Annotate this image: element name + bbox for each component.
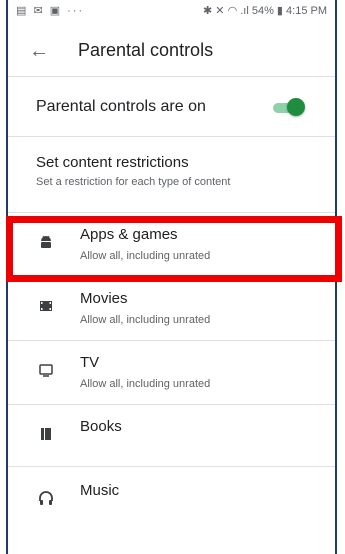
divider [8,340,335,341]
divider [8,276,335,277]
item-name: Music [80,482,120,499]
divider [8,212,335,213]
divider [8,466,335,467]
parental-controls-switch[interactable] [273,98,305,118]
section-heading: Set content restrictions [36,154,189,171]
item-description: Allow all, including unrated [80,250,211,262]
page-title: Parental controls [78,40,214,60]
status-bar: ▤ ✉ ▣ ··· ✱ ✕ ◠ .ıl 54% ▮ 4:15 PM [8,0,335,22]
list-item-apps-games[interactable]: Apps & games Allow all, including unrate… [8,214,335,274]
list-item-tv[interactable]: TV Allow all, including unrated [8,342,335,402]
toggle-label: Parental controls are on [36,98,206,115]
content-restrictions-header: Set content restrictions Set a restricti… [8,150,335,205]
phone-frame: ▤ ✉ ▣ ··· ✱ ✕ ◠ .ıl 54% ▮ 4:15 PM ← Pare… [6,0,337,554]
arrow-back-icon[interactable]: ← [24,36,54,66]
parental-controls-toggle-row[interactable]: Parental controls are on [8,86,335,130]
list-item-books[interactable]: Books [8,406,335,466]
item-description: Allow all, including unrated [80,314,211,326]
item-name: Movies [80,290,128,307]
item-name: Apps & games [80,226,178,243]
book-icon [36,426,56,446]
item-description: Allow all, including unrated [80,378,211,390]
status-indicators: ✱ ✕ ◠ .ıl 54% ▮ 4:15 PM [203,5,327,17]
headphones-icon [36,490,56,510]
list-item-movies[interactable]: Movies Allow all, including unrated [8,278,335,338]
item-name: Books [80,418,122,435]
tv-icon [36,362,56,382]
list-item-music[interactable]: Music [8,470,335,530]
notification-icons: ▤ ✉ ▣ ··· [16,5,85,17]
divider [8,136,335,137]
film-icon [36,298,56,318]
app-bar: ← Parental controls [8,30,335,74]
android-icon [36,234,56,254]
section-subheading: Set a restriction for each type of conte… [36,176,231,188]
divider [8,404,335,405]
divider [8,76,335,77]
item-name: TV [80,354,100,371]
switch-thumb [287,98,305,116]
